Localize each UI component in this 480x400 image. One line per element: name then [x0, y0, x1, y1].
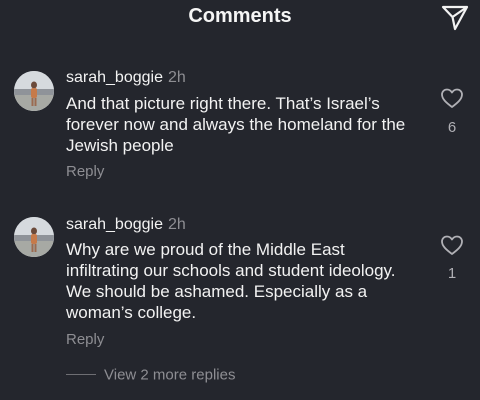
avatar-photo	[14, 71, 54, 111]
reply-button[interactable]: Reply	[66, 331, 104, 348]
username[interactable]: sarah_boggie	[66, 216, 163, 233]
comment-text: And that picture right there. That’s Isr…	[66, 94, 406, 155]
timestamp: 2h	[167, 69, 186, 86]
comment-meta: sarah_boggie 2h	[66, 68, 186, 88]
view-more-replies-button[interactable]: View 2 more replies	[66, 366, 235, 388]
like-count: 1	[447, 265, 457, 282]
avatar-photo	[14, 217, 54, 257]
share-button[interactable]	[440, 3, 470, 31]
timestamp: 2h	[167, 216, 186, 233]
username[interactable]: sarah_boggie	[66, 69, 163, 86]
avatar[interactable]	[14, 71, 54, 111]
like-button[interactable]	[440, 87, 464, 109]
like-button[interactable]	[440, 234, 464, 256]
avatar[interactable]	[14, 217, 54, 257]
comments-screen: Comments sarah_boggie 2h And that picture…	[0, 0, 480, 400]
page-title: Comments	[188, 5, 292, 27]
reply-button[interactable]: Reply	[66, 163, 104, 180]
view-more-replies-label: View 2 more replies	[104, 366, 236, 384]
comment-meta: sarah_boggie 2h	[66, 215, 186, 235]
like-count: 6	[447, 119, 457, 136]
replies-divider-line	[66, 374, 96, 376]
header: Comments	[0, 0, 480, 36]
heart-outline-icon	[441, 88, 463, 108]
paper-plane-icon	[441, 5, 469, 31]
heart-outline-icon	[441, 235, 463, 255]
comment-text: Why are we proud of the Middle East infi…	[66, 240, 396, 322]
